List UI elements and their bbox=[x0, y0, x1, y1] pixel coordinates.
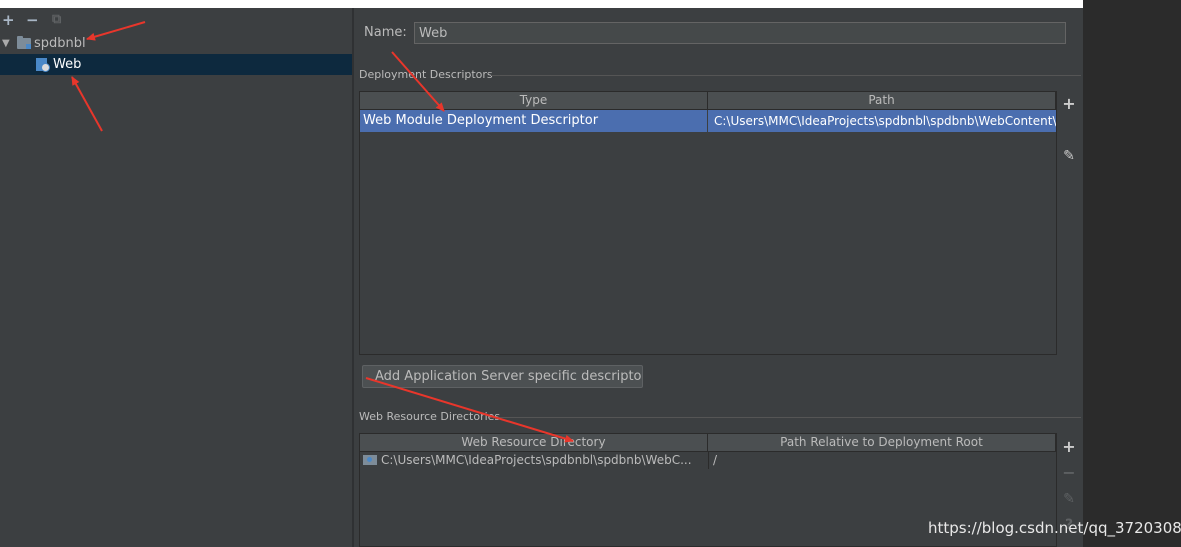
add-resource-button[interactable]: + bbox=[1060, 438, 1078, 456]
column-header-type[interactable]: Type bbox=[360, 92, 708, 109]
watermark-text: https://blog.csdn.net/qq_37203082 bbox=[928, 519, 1181, 537]
add-descriptor-button[interactable]: + bbox=[1060, 95, 1078, 113]
tree-item-label: spdbnbl bbox=[34, 36, 86, 51]
plus-icon[interactable]: + bbox=[2, 11, 15, 29]
column-header-web-resource-directory[interactable]: Web Resource Directory bbox=[360, 434, 708, 451]
table-row[interactable]: C:\Users\MMC\IdeaProjects\spdbnbl\spdbnb… bbox=[360, 452, 1056, 469]
relative-path-cell: / bbox=[708, 452, 1056, 469]
descriptor-type-cell: Web Module Deployment Descriptor bbox=[360, 110, 707, 132]
remove-resource-button[interactable]: − bbox=[1060, 464, 1078, 482]
add-server-descriptor-button[interactable]: Add Application Server specific descript… bbox=[362, 365, 643, 388]
web-directory-icon bbox=[363, 455, 377, 465]
deployment-descriptors-table: Type Path Web Module Deployment Descript… bbox=[359, 91, 1057, 355]
edit-resource-button[interactable]: ✎ bbox=[1060, 490, 1078, 508]
tree-item-label: Web bbox=[53, 57, 82, 72]
minus-icon[interactable]: − bbox=[26, 11, 39, 29]
edit-descriptor-button[interactable]: ✎ bbox=[1060, 147, 1078, 165]
descriptor-path-cell: C:\Users\MMC\IdeaProjects\spdbnbl\spdbnb… bbox=[708, 110, 1056, 132]
expand-arrow-icon[interactable]: ▼ bbox=[2, 33, 10, 54]
name-label: Name: bbox=[364, 25, 407, 40]
deployment-descriptors-title: Deployment Descriptors bbox=[359, 68, 493, 81]
section-divider bbox=[495, 417, 1081, 418]
tree-item-spdbnbl[interactable]: ▼ spdbnbl bbox=[0, 33, 352, 54]
tree-item-web[interactable]: Web bbox=[0, 54, 352, 75]
right-dark-area bbox=[1083, 0, 1181, 547]
copy-icon[interactable]: ⧉ bbox=[52, 11, 61, 29]
web-resource-directory-cell: C:\Users\MMC\IdeaProjects\spdbnbl\spdbnb… bbox=[360, 452, 707, 469]
top-window-strip bbox=[0, 0, 1083, 8]
name-input[interactable] bbox=[414, 22, 1066, 44]
directory-path-text: C:\Users\MMC\IdeaProjects\spdbnbl\spdbnb… bbox=[381, 453, 692, 467]
table-header: Type Path bbox=[360, 92, 1056, 110]
project-structure-tree-pane: + − ⧉ ▼ spdbnbl Web bbox=[0, 8, 352, 547]
column-header-path[interactable]: Path bbox=[708, 92, 1056, 109]
folder-icon bbox=[17, 36, 31, 49]
facet-settings-pane: Name: Deployment Descriptors Type Path W… bbox=[354, 8, 1083, 547]
web-facet-icon bbox=[36, 58, 50, 72]
table-header: Web Resource Directory Path Relative to … bbox=[360, 434, 1056, 452]
web-resource-directories-title: Web Resource Directories bbox=[359, 410, 501, 423]
column-header-relative-path[interactable]: Path Relative to Deployment Root bbox=[708, 434, 1056, 451]
table-row[interactable]: Web Module Deployment Descriptor C:\User… bbox=[360, 110, 1056, 132]
section-divider bbox=[491, 75, 1081, 76]
